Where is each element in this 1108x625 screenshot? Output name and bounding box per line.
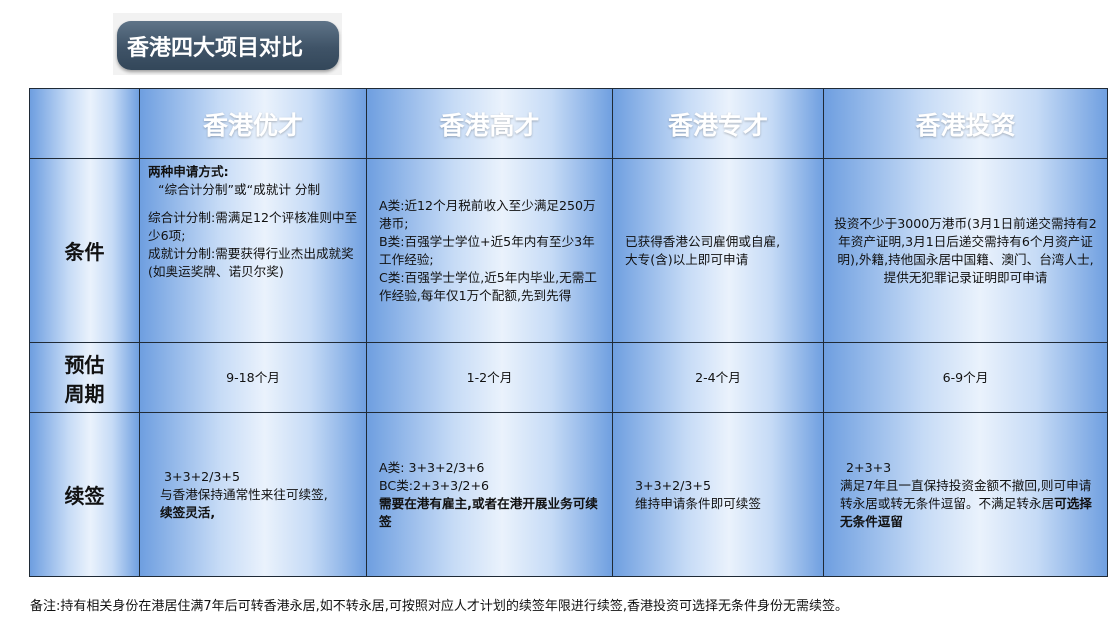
gaocai-class-c: C类:百强学士学位,近5年内毕业,无需工作经验,每年仅1万个配额,先到先得 [379,269,597,303]
touzi-renewal-paragraph: 满足7年且一直保持投资金额不撤回,则可申请转永居或转无条件逗留。不满足转永居可选… [840,477,1099,531]
conditions-row: 条件 两种申请方式: “综合计分制”或“成就计 分制 综合计分制:需满足12个评… [29,158,1108,343]
row-label-period: 预估 周期 [29,342,140,413]
header-youcai: 香港优才 [139,88,367,159]
renewal-touzi: 2+3+3 满足7年且一直保持投资金额不撤回,则可申请转永居或转无条件逗留。不满… [823,412,1108,577]
renewal-gaocai: A类: 3+3+2/3+6 BC类:2+3+3/2+6 需要在港有雇主,或者在港… [366,412,613,577]
gaocai-renewal-bc: BC类:2+3+3/2+6 [379,477,490,493]
zhuancai-renewal-text: 维持申请条件即可续签 [635,495,761,511]
header-row: 香港优才 香港高才 香港专才 香港投资 [29,88,1108,159]
youcai-renewal-text: 与香港保持通常性来往可续签, [160,486,328,502]
footnote: 备注:持有相关身份在港居住满7年后可转香港永居,如不转永居,可按照对应人才计划的… [30,599,849,614]
row-label-period-line1: 预估 [64,352,105,377]
youcai-composite-score: 综合计分制:需满足12个评核准则中至少6项; [148,210,358,243]
youcai-renewal-bold: 续签灵活, [160,504,216,520]
youcai-apply-heading: 两种申请方式: [148,164,229,179]
row-label-renewal: 续签 [29,412,140,577]
gaocai-renewal-bold: 需要在港有雇主,或者在港开展业务可续签 [379,495,598,529]
row-label-period-line2: 周期 [64,381,105,406]
period-touzi: 6-9个月 [823,342,1108,413]
gaocai-renewal-a: A类: 3+3+2/3+6 [379,459,485,475]
gaocai-class-b: B类:百强学士学位+近5年内有至少3年工作经验; [379,233,595,267]
touzi-renewal-formula: 2+3+3 [846,459,892,475]
conditions-touzi: 投资不少于3000万港币(3月1日前递交需持有2年资产证明,3月1日后递交需持有… [823,158,1108,343]
header-zhuancai: 香港专才 [612,88,824,159]
renewal-zhuancai: 3+3+2/3+5 维持申请条件即可续签 [612,412,824,577]
touzi-condition: 投资不少于3000万港币(3月1日前递交需持有2年资产证明,3月1日后递交需持有… [834,215,1097,285]
zhuancai-condition-line1: 已获得香港公司雇佣或自雇, [625,233,781,249]
period-zhuancai: 2-4个月 [612,342,824,413]
conditions-zhuancai: 已获得香港公司雇佣或自雇, 大专(含)以上即可申请 [612,158,824,343]
row-label-conditions: 条件 [29,158,140,343]
conditions-gaocai: A类:近12个月税前收入至少满足250万 港币; B类:百强学士学位+近5年内有… [366,158,613,343]
youcai-renewal-formula: 3+3+2/3+5 [164,468,240,484]
renewal-row: 续签 3+3+2/3+5 与香港保持通常性来往可续签, 续签灵活, A类: 3+… [29,412,1108,577]
gaocai-class-a: A类:近12个月税前收入至少满足250万 港币; [379,197,596,231]
header-touzi: 香港投资 [823,88,1108,159]
page-title: 香港四大项目对比 [117,21,339,70]
header-gaocai: 香港高才 [366,88,613,159]
renewal-youcai: 3+3+2/3+5 与香港保持通常性来往可续签, 续签灵活, [139,412,367,577]
zhuancai-renewal-formula: 3+3+2/3+5 [635,477,711,493]
conditions-youcai: 两种申请方式: “综合计分制”或“成就计 分制 综合计分制:需满足12个评核准则… [139,158,367,343]
period-gaocai: 1-2个月 [366,342,613,413]
corner-cell [29,88,140,159]
zhuancai-condition-line2: 大专(含)以上即可申请 [625,251,749,267]
period-row: 预估 周期 9-18个月 1-2个月 2-4个月 6-9个月 [29,342,1108,413]
comparison-table: 香港优才 香港高才 香港专才 香港投资 条件 两种申请方式: “综合计分制”或“… [29,88,1108,577]
title-bar: 香港四大项目对比 [113,13,342,75]
youcai-apply-methods: “综合计分制”或“成就计 分制 [158,182,321,197]
period-youcai: 9-18个月 [139,342,367,413]
youcai-achievement-score: 成就计分制:需要获得行业杰出成就奖(如奥运奖牌、诺贝尔奖) [148,246,354,279]
